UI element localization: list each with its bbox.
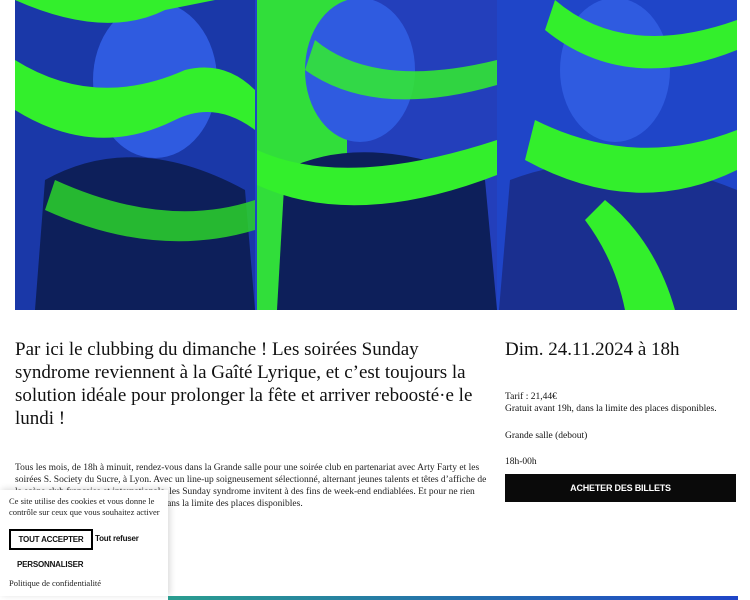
event-price-note: Gratuit avant 19h, dans la limite des pl… xyxy=(505,404,717,414)
bottom-divider xyxy=(168,596,738,600)
customize-cookies-button[interactable]: PERSONNALISER xyxy=(17,560,84,569)
hero-image xyxy=(15,0,737,310)
event-price: Tarif : 21,44€ xyxy=(505,392,557,402)
event-room: Grande salle (debout) xyxy=(505,431,588,441)
privacy-policy-link[interactable]: Politique de confidentialité xyxy=(9,578,101,588)
intro-text: Par ici le clubbing du dimanche ! Les so… xyxy=(15,339,473,429)
event-date: Dim. 24.11.2024 à 18h xyxy=(505,339,680,360)
cookie-banner: Ce site utilise des cookies et vous donn… xyxy=(0,490,168,596)
accept-all-cookies-button[interactable]: TOUT ACCEPTER xyxy=(9,529,93,550)
refuse-all-cookies-button[interactable]: Tout refuser xyxy=(95,534,139,543)
cookie-message: Ce site utilise des cookies et vous donn… xyxy=(9,496,160,517)
buy-tickets-button[interactable]: ACHETER DES BILLETS xyxy=(505,474,736,502)
event-hours: 18h-00h xyxy=(505,457,537,467)
hero-artwork xyxy=(15,0,737,310)
